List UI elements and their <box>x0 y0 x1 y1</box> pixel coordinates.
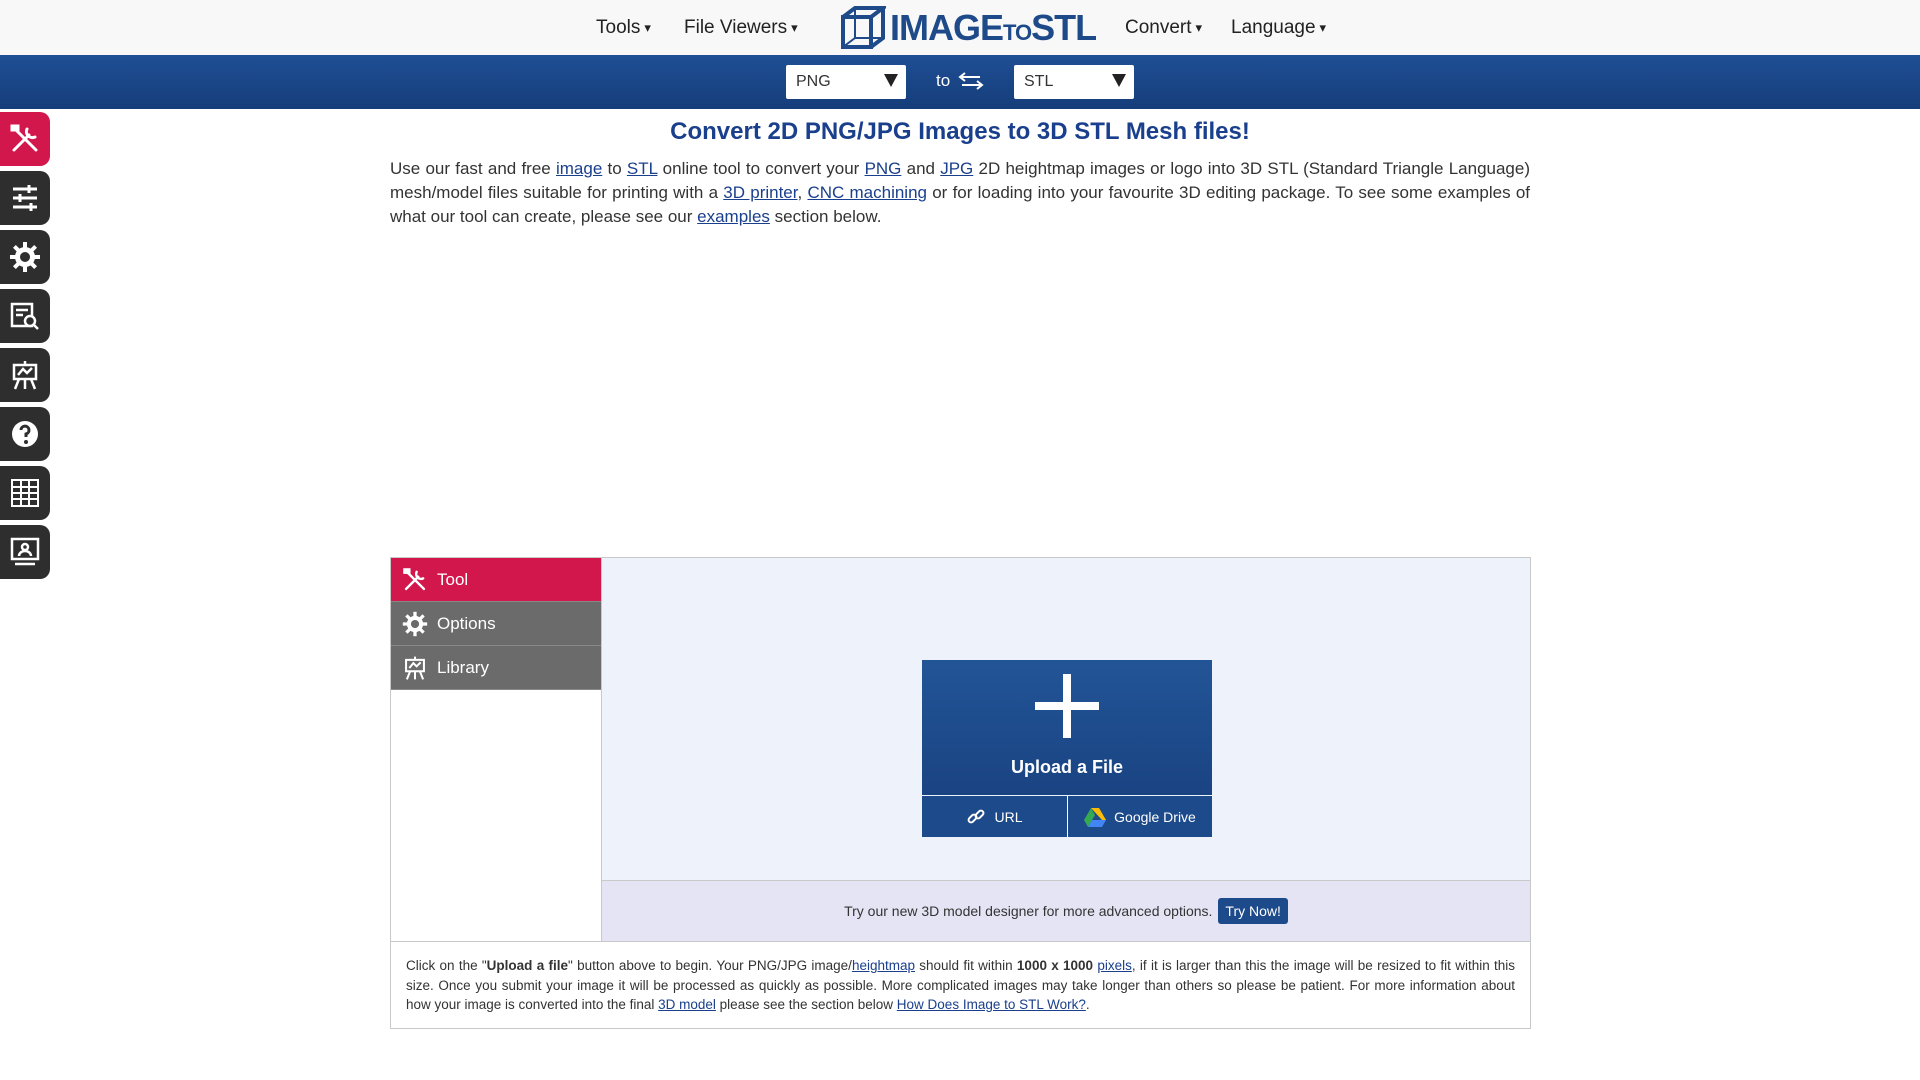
3d-model-link[interactable]: 3D model <box>658 997 716 1012</box>
tab-tool[interactable]: Tool <box>391 558 601 602</box>
chevron-down-icon: ▾ <box>791 19 798 35</box>
instructions-bold: 1000 x 1000 <box>1016 958 1094 973</box>
jpg-link[interactable]: JPG <box>940 159 973 178</box>
site-logo[interactable]: IMAGETOSTL <box>840 4 1097 52</box>
chevron-down-icon: ▾ <box>1319 19 1327 35</box>
intro-paragraph: Use our fast and free image to STL onlin… <box>390 157 1530 229</box>
rail-options-button[interactable] <box>0 171 50 225</box>
logo-wordmark: IMAGETOSTL <box>890 7 1097 49</box>
to-format-value: STL <box>1024 73 1054 90</box>
link-icon <box>968 809 985 823</box>
stl-link[interactable]: STL <box>627 159 658 178</box>
tab-library-label: Library <box>437 657 489 677</box>
how-it-works-link[interactable]: How Does Image to STL Work? <box>897 997 1086 1012</box>
easel-icon <box>12 361 38 390</box>
rail-examples-button[interactable] <box>0 466 50 520</box>
cnc-machining-link[interactable]: CNC machining <box>807 183 927 202</box>
chevron-down-icon: ▾ <box>1195 19 1203 35</box>
try-now-button[interactable]: Try Now! <box>1218 898 1288 924</box>
3d-printer-link[interactable]: 3D printer <box>723 183 797 202</box>
sliders-icon <box>13 185 37 211</box>
tab-options[interactable]: Options <box>391 602 601 646</box>
convert-menu-label: Convert <box>1125 16 1192 38</box>
upload-file-button[interactable]: Upload a File <box>922 660 1212 795</box>
instructions-text: should fit within <box>914 958 1017 973</box>
tab-options-label: Options <box>437 613 496 633</box>
image-link[interactable]: image <box>556 159 602 178</box>
instructions-text: " button above to begin. Your PNG/JPG im… <box>568 958 852 973</box>
tools-menu-label: Tools <box>596 16 641 38</box>
language-menu[interactable]: Language ▾ <box>1231 0 1326 55</box>
instructions-text: please see the section below <box>715 997 897 1012</box>
intro-text: , <box>797 183 808 202</box>
to-label: to <box>936 71 951 90</box>
designer-promo: Try our new 3D model designer for more a… <box>602 880 1530 941</box>
tool-panel: Tool Options Library Upload a File URL G… <box>390 557 1531 1029</box>
dropdown-arrow-icon <box>1112 74 1126 87</box>
pixels-link[interactable]: pixels <box>1097 958 1132 973</box>
panel-tabs: Tool Options Library <box>391 558 602 941</box>
instructions-bold: Upload a file <box>486 958 568 973</box>
rail-tutorial-button[interactable] <box>0 525 50 579</box>
url-button[interactable]: URL <box>922 796 1067 837</box>
intro-text: section below. <box>769 207 882 226</box>
from-format-value: PNG <box>796 73 831 90</box>
intro-text: Use our fast and free <box>390 159 556 178</box>
tool-icon <box>10 124 38 152</box>
search-document-icon <box>10 302 39 330</box>
easel-icon <box>401 654 429 682</box>
grid-icon <box>11 479 39 507</box>
page-title: Convert 2D PNG/JPG Images to 3D STL Mesh… <box>670 118 1250 145</box>
swap-formats[interactable]: to <box>936 71 984 91</box>
gear-icon <box>10 242 40 272</box>
rail-library-button[interactable] <box>0 348 50 402</box>
tab-library[interactable]: Library <box>391 646 601 690</box>
to-format-select[interactable]: STL <box>1014 65 1134 99</box>
chevron-down-icon: ▾ <box>644 19 651 35</box>
url-button-label: URL <box>994 808 1023 825</box>
logo-text-to: TO <box>1003 20 1032 45</box>
gear-icon <box>401 610 429 638</box>
file-viewers-menu-label: File Viewers <box>684 16 788 38</box>
google-drive-icon <box>1084 807 1107 827</box>
file-viewers-menu[interactable]: File Viewers ▾ <box>684 0 798 55</box>
format-converter-bar: PNG to STL <box>0 55 1920 109</box>
tool-icon <box>401 566 429 594</box>
upload-file-label: Upload a File <box>1010 757 1124 777</box>
heightmap-link[interactable]: heightmap <box>852 958 915 973</box>
logo-text-image: IMAGE <box>890 7 1004 48</box>
upload-area: Upload a File URL Google Drive <box>602 558 1530 880</box>
google-drive-button[interactable]: Google Drive <box>1067 796 1212 837</box>
intro-text: and <box>901 159 941 178</box>
top-navigation: Tools ▾ File Viewers ▾ IMAGETOSTL Convert ▾… <box>0 0 1920 55</box>
rail-tool-button[interactable] <box>0 112 50 166</box>
help-icon <box>12 421 38 447</box>
plus-icon <box>1035 674 1099 738</box>
presenter-icon <box>10 537 40 566</box>
examples-link[interactable]: examples <box>697 207 770 226</box>
swap-arrows-icon <box>958 72 984 90</box>
designer-promo-text: Try our new 3D model designer for more a… <box>844 903 1213 919</box>
cube-logo-icon <box>841 6 886 49</box>
rail-help-button[interactable] <box>0 407 50 461</box>
tools-menu[interactable]: Tools ▾ <box>596 0 651 55</box>
png-link[interactable]: PNG <box>865 159 902 178</box>
language-menu-label: Language <box>1231 16 1316 38</box>
instructions-text: Click on the " <box>406 958 487 973</box>
convert-menu[interactable]: Convert ▾ <box>1125 0 1202 55</box>
rail-settings-button[interactable] <box>0 230 50 284</box>
upload-sources: URL Google Drive <box>922 796 1212 837</box>
intro-text: to <box>602 159 627 178</box>
upload-instructions: Click on the "Upload a file" button abov… <box>391 941 1530 1028</box>
from-format-select[interactable]: PNG <box>786 65 906 99</box>
google-drive-label: Google Drive <box>1114 808 1196 825</box>
dropdown-arrow-icon <box>884 74 898 87</box>
rail-search-button[interactable] <box>0 289 50 343</box>
intro-text: online tool to convert your <box>657 159 865 178</box>
instructions-text: . <box>1085 997 1090 1012</box>
logo-text-stl: STL <box>1031 7 1097 48</box>
side-icon-rail <box>0 112 50 584</box>
tab-tool-label: Tool <box>437 569 469 589</box>
